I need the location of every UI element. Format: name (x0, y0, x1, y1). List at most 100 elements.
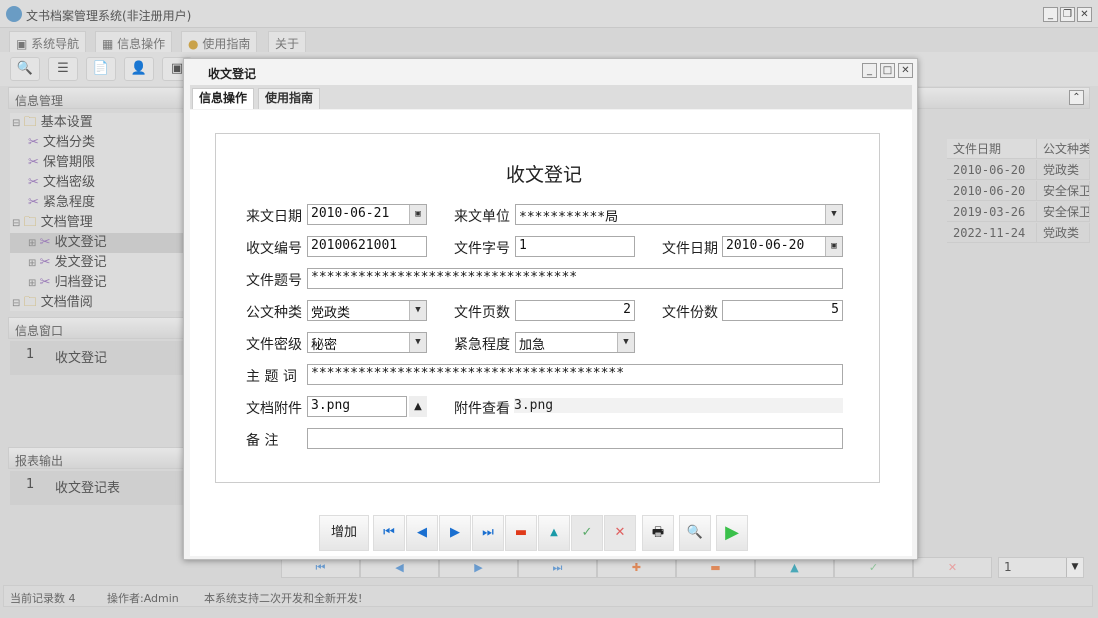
in-date-field[interactable]: 2010-06-21▣ (307, 204, 427, 225)
tree-item[interactable]: ⊞ ✂ 归档登记 (10, 273, 185, 293)
page-select[interactable]: 1▼ (998, 557, 1084, 578)
dialog-close-button[interactable]: ✕ (898, 63, 913, 78)
table-cell[interactable]: 安全保卫 (1037, 181, 1090, 201)
column-header[interactable]: 文件日期 (947, 139, 1037, 159)
edit-record-button[interactable]: ▲ (755, 557, 834, 578)
doc-word-field[interactable]: 1 (515, 236, 635, 257)
collapse-icon[interactable]: ⊟ (12, 218, 24, 229)
cancel-button[interactable]: ✕ (913, 557, 992, 578)
table-cell[interactable]: 2019-03-26 (947, 202, 1037, 222)
print-icon[interactable]: 🖶 (642, 515, 674, 551)
user-icon[interactable]: 👤 (124, 57, 154, 81)
next-record-button[interactable]: ▶ (439, 557, 518, 578)
tools-icon: ✂ (28, 175, 43, 190)
tree-item-label: 保管期限 (43, 155, 95, 170)
tree-item[interactable]: ⊞ ✂ 发文登记 (10, 253, 185, 273)
tree-item[interactable]: ⊟ 🗀 基本设置 (10, 113, 185, 133)
folder-icon: 🗀 (24, 295, 41, 310)
run-icon[interactable]: ▶ (716, 515, 748, 551)
folder-icon: 🗀 (24, 215, 41, 230)
last-record-button[interactable]: ⏭ (518, 557, 597, 578)
report-item[interactable]: 1 收文登记表 (10, 471, 185, 505)
restore-button[interactable]: ❐ (1060, 7, 1075, 22)
tree-item[interactable]: ✂ 文档分类 (10, 133, 185, 153)
tree-item[interactable]: ✂ 保管期限 (10, 153, 185, 173)
add-record-button[interactable]: ✚ (597, 557, 676, 578)
tree-item[interactable]: ⊟ 🗀 文档管理 (10, 213, 185, 233)
minimize-button[interactable]: _ (1043, 7, 1058, 22)
upload-icon[interactable]: ▲ (409, 396, 427, 417)
close-button[interactable]: ✕ (1077, 7, 1092, 22)
doc-date-field[interactable]: 2010-06-20▣ (722, 236, 843, 257)
collapse-icon[interactable]: ⊟ (12, 298, 24, 309)
remark-field[interactable] (307, 428, 843, 449)
chevron-down-icon: ▼ (617, 333, 634, 352)
expand-icon[interactable]: ⊞ (28, 278, 40, 289)
tree-item-label: 归档登记 (55, 275, 107, 290)
confirm-button[interactable]: ✓ (834, 557, 913, 578)
delete-record-button[interactable]: ▬ (676, 557, 755, 578)
in-no-field[interactable]: 20100621001 (307, 236, 427, 257)
dialog-minimize-button[interactable]: _ (862, 63, 877, 78)
table-cell[interactable]: 党政类 (1037, 160, 1090, 180)
list-icon[interactable]: ☰ (48, 57, 78, 81)
tree-item[interactable]: ⊟ 🗀 文档借阅 (10, 293, 185, 311)
add-button[interactable]: 增加 (319, 515, 369, 551)
label-keywords: 主 题 词 (246, 366, 297, 386)
tab-info-ops[interactable]: ▦ 信息操作 (95, 31, 172, 52)
doc-type-select[interactable]: 党政类▼ (307, 300, 427, 321)
delete-button[interactable]: ▬ (505, 515, 537, 551)
in-unit-select[interactable]: ***********局▼ (515, 204, 843, 225)
collapse-icon[interactable]: ⊟ (12, 118, 24, 129)
prev-button[interactable]: ◀ (406, 515, 438, 551)
column-header[interactable]: 公文种类 (1037, 139, 1090, 159)
copies-field[interactable]: 5 (722, 300, 843, 321)
urgency-select[interactable]: 加急▼ (515, 332, 635, 353)
table-cell[interactable]: 2010-06-20 (947, 181, 1037, 201)
tools-icon: ✂ (40, 255, 55, 270)
table-cell[interactable]: 党政类 (1037, 223, 1090, 243)
tab-system-nav[interactable]: ▣ 系统导航 (9, 31, 86, 52)
preview-icon[interactable]: 🔍 (679, 515, 711, 551)
doc-title-field[interactable]: ********************************** (307, 268, 843, 289)
table-cell[interactable]: 2010-06-20 (947, 160, 1037, 180)
info-window-item[interactable]: 1 收文登记 (10, 341, 185, 375)
document-icon[interactable]: 📄 (86, 57, 116, 81)
edit-button[interactable]: ▲ (538, 515, 570, 551)
chevron-down-icon: ▼ (1066, 558, 1083, 577)
attach-field[interactable]: 3.png (307, 396, 407, 417)
pages-field[interactable]: 2 (515, 300, 635, 321)
cancel-edit-button[interactable]: ✕ (604, 515, 636, 551)
attach-link[interactable]: 3.png (514, 398, 843, 413)
app-title: 文书档案管理系统(非注册用户) (26, 7, 191, 24)
tree-item[interactable]: ✂ 紧急程度 (10, 193, 185, 213)
field-value: 党政类 (311, 306, 350, 321)
calendar-icon[interactable]: ▣ (409, 205, 426, 224)
expand-icon[interactable]: ⊞ (28, 238, 40, 249)
calendar-icon[interactable]: ▣ (825, 237, 842, 256)
dialog-tab-guide[interactable]: 使用指南 (258, 88, 320, 109)
tree-item-label: 发文登记 (55, 255, 107, 270)
first-record-button[interactable]: ⏮ (281, 557, 360, 578)
tree-item[interactable]: ⊞ ✂ 收文登记 (10, 233, 185, 253)
table-cell[interactable]: 安全保卫 (1037, 202, 1090, 222)
table-cell[interactable]: 2022-11-24 (947, 223, 1037, 243)
keywords-field[interactable]: **************************************** (307, 364, 843, 385)
tree-item[interactable]: ✂ 文档密级 (10, 173, 185, 193)
dialog-maximize-button[interactable]: □ (880, 63, 895, 78)
search-icon[interactable]: 🔍 (10, 57, 40, 81)
first-button[interactable]: ⏮ (373, 515, 405, 551)
info-window-header: 信息窗口 (8, 317, 188, 339)
prev-record-button[interactable]: ◀ (360, 557, 439, 578)
next-button[interactable]: ▶ (439, 515, 471, 551)
dialog-tab-info-ops[interactable]: 信息操作 (192, 88, 254, 109)
label-urgency: 紧急程度 (454, 334, 510, 354)
save-button[interactable]: ✓ (571, 515, 603, 551)
tab-guide[interactable]: ● 使用指南 (181, 31, 257, 52)
collapse-icon[interactable]: ⌃ (1069, 90, 1084, 105)
label-doc-type: 公文种类 (246, 302, 302, 322)
secret-select[interactable]: 秘密▼ (307, 332, 427, 353)
expand-icon[interactable]: ⊞ (28, 258, 40, 269)
tab-about[interactable]: 关于 (268, 31, 306, 52)
last-button[interactable]: ⏭ (472, 515, 504, 551)
